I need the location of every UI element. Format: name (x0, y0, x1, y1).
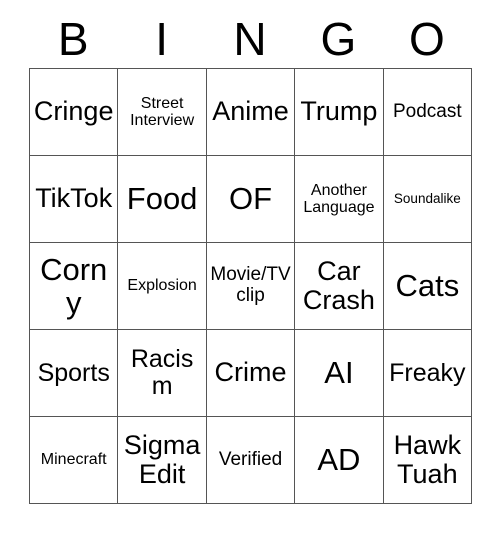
bingo-cell[interactable]: Street Interview (118, 69, 207, 156)
bingo-cell[interactable]: Minecraft (30, 417, 119, 504)
bingo-header-letter-n: N (233, 13, 267, 65)
bingo-header-row: B I N G O (29, 10, 471, 68)
bingo-header-letter-o: O (408, 13, 445, 65)
bingo-cell[interactable]: Verified (206, 417, 296, 504)
bingo-cell[interactable]: Cats (383, 243, 473, 330)
bingo-cell[interactable]: Explosion (118, 243, 207, 330)
bingo-card: B I N G O Cringe Street Interview Anime … (29, 10, 473, 504)
bingo-cell[interactable]: Sports (30, 330, 119, 417)
bingo-cell[interactable]: Sigma Edit (118, 417, 207, 504)
bingo-cell[interactable]: AD (295, 417, 384, 504)
bingo-cell[interactable]: Movie/TV clip (206, 243, 296, 330)
bingo-row: Corny Explosion Movie/TV clip Car Crash … (30, 243, 473, 330)
bingo-cell[interactable]: Food (118, 156, 207, 243)
bingo-row: TikTok Food OF Another Language Soundali… (30, 156, 473, 243)
bingo-cell[interactable]: AI (295, 330, 384, 417)
bingo-header-letter-g: G (320, 13, 357, 65)
bingo-header-letter-b: B (57, 13, 89, 65)
bingo-cell[interactable]: Car Crash (295, 243, 384, 330)
bingo-cell[interactable]: TikTok (30, 156, 119, 243)
bingo-row: Minecraft Sigma Edit Verified AD Hawk Tu… (30, 417, 473, 504)
bingo-grid: Cringe Street Interview Anime Trump Podc… (29, 68, 473, 504)
bingo-cell[interactable]: Soundalike (383, 156, 473, 243)
bingo-row: Cringe Street Interview Anime Trump Podc… (30, 69, 473, 156)
bingo-row: Sports Racism Crime AI Freaky (30, 330, 473, 417)
bingo-cell[interactable]: Anime (206, 69, 296, 156)
bingo-cell[interactable]: Freaky (383, 330, 473, 417)
bingo-cell[interactable]: Podcast (383, 69, 473, 156)
bingo-cell[interactable]: Another Language (295, 156, 384, 243)
bingo-cell[interactable]: OF (206, 156, 296, 243)
bingo-cell[interactable]: Racism (118, 330, 207, 417)
bingo-cell[interactable]: Corny (30, 243, 119, 330)
bingo-cell[interactable]: Crime (206, 330, 296, 417)
bingo-header-letter-i: I (155, 13, 168, 65)
bingo-cell[interactable]: Trump (295, 69, 384, 156)
bingo-cell[interactable]: Cringe (30, 69, 119, 156)
bingo-cell[interactable]: Hawk Tuah (383, 417, 473, 504)
